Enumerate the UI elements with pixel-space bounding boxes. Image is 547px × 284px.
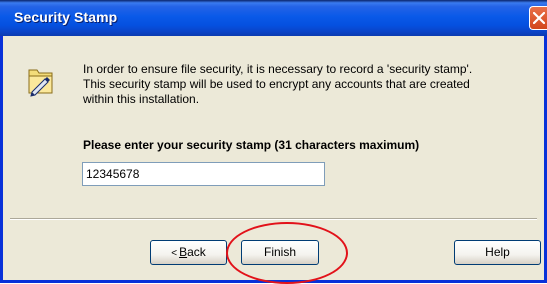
finish-button[interactable]: Finish xyxy=(241,240,319,265)
intro-text: In order to ensure file security, it is … xyxy=(83,62,523,107)
close-button[interactable] xyxy=(529,6,547,30)
stamp-label: Please enter your security stamp (31 cha… xyxy=(83,138,420,152)
intro-line-3: within this installation. xyxy=(83,92,200,106)
help-button[interactable]: Help xyxy=(454,240,541,265)
close-icon xyxy=(533,12,545,24)
security-stamp-dialog: Security Stamp In order to ensure file s… xyxy=(0,0,547,283)
intro-line-1: In order to ensure file security, it is … xyxy=(83,62,473,76)
back-mnemonic: B xyxy=(179,245,188,259)
back-arrow: < xyxy=(171,248,178,259)
back-button[interactable]: < Back xyxy=(150,240,227,265)
intro-line-2: This security stamp will be used to encr… xyxy=(83,77,470,91)
back-label: ack xyxy=(187,245,206,259)
folder-pen-icon xyxy=(26,63,56,97)
window-title: Security Stamp xyxy=(14,9,118,25)
button-separator xyxy=(10,218,537,220)
title-bar[interactable]: Security Stamp xyxy=(0,0,547,36)
security-stamp-input[interactable] xyxy=(82,162,325,186)
